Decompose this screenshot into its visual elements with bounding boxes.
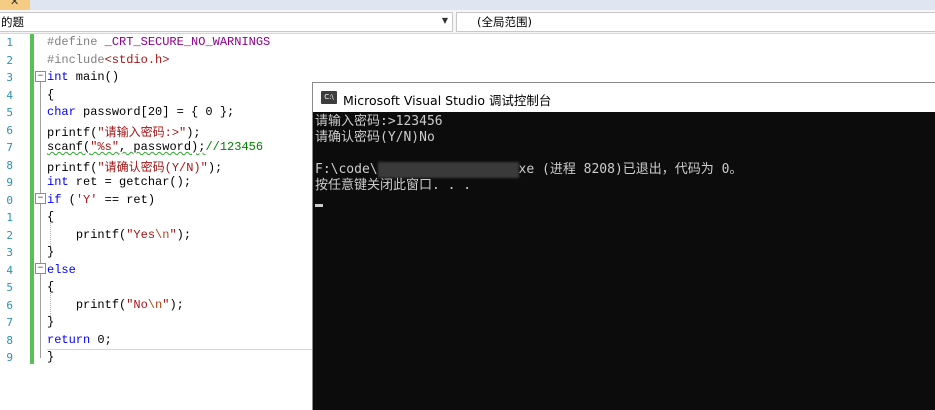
char-literal: 'Y' — [75, 192, 98, 207]
current-line-indicator — [47, 349, 313, 350]
console-line: 请确认密码(Y/N)No — [315, 130, 435, 145]
keyword: if — [47, 192, 62, 207]
code-text: printf( — [75, 297, 127, 312]
line-number: 2 — [6, 53, 13, 67]
project-scope-value: 的题 — [1, 15, 24, 29]
code-text: ( — [61, 192, 76, 207]
line-number: 3 — [6, 71, 13, 84]
keyword: char — [47, 105, 76, 119]
console-cursor — [315, 204, 323, 207]
comment: //123456 — [205, 140, 264, 154]
console-line: F:\code\XXXXXXXXXXXXXXXXXXxe (进程 8208)已退… — [315, 162, 742, 178]
console-exit-message: xe (进程 8208)已退出，代码为 0。 — [518, 162, 743, 177]
console-title-bar[interactable]: C:\ Microsoft Visual Studio 调试控制台 — [313, 83, 935, 112]
line-number: 4 — [6, 263, 13, 277]
line-number: 0 — [6, 193, 13, 207]
code-text: ret = getchar(); — [68, 175, 192, 189]
keyword: return — [47, 332, 91, 347]
code-text: ); — [186, 125, 201, 140]
keyword: int — [47, 70, 69, 84]
preprocessor-directive: #define — [47, 35, 98, 49]
escape-sequence: \n — [147, 297, 163, 312]
line-number: 1 — [6, 36, 13, 49]
string-literal: "No — [126, 297, 148, 312]
code-text: password[20] = { 0 }; — [75, 105, 235, 119]
line-number: 9 — [6, 351, 13, 364]
project-scope-dropdown[interactable]: 的题 ▼ — [0, 12, 453, 32]
code-text: scanf( — [47, 140, 91, 154]
code-text: 0; — [90, 332, 112, 347]
console-path-prefix: F:\code\ — [315, 162, 378, 177]
document-tab-strip: ✕ — [0, 0, 935, 10]
navigation-bar: 的题 ▼ (全局范围) — [0, 10, 935, 34]
chevron-down-icon[interactable]: ▼ — [442, 16, 448, 25]
include-file: <stdio.h> — [104, 52, 170, 67]
line-number: 6 — [6, 298, 13, 312]
string-literal: "%s" — [90, 140, 120, 154]
console-line: 请输入密码:>123456 — [315, 114, 443, 129]
line-number: 5 — [6, 281, 13, 294]
code-text: == ret) — [97, 192, 156, 207]
line-number: 1 — [6, 211, 13, 224]
line-number: 8 — [6, 158, 13, 172]
redacted-path: XXXXXXXXXXXXXXXXXX — [377, 162, 519, 178]
line-number: 6 — [6, 123, 13, 137]
line-number: 9 — [6, 176, 13, 189]
line-number: 5 — [6, 106, 13, 119]
line-number: 2 — [6, 228, 13, 242]
line-number: 8 — [6, 333, 13, 347]
code-text: printf( — [75, 227, 127, 242]
keyword: int — [47, 175, 69, 189]
console-title: Microsoft Visual Studio 调试控制台 — [343, 93, 552, 108]
string-literal: "请输入密码:>" — [97, 125, 187, 140]
preprocessor-directive: #include — [47, 52, 105, 67]
code-text: printf( — [47, 160, 98, 175]
string-literal: "请确认密码(Y/N)" — [97, 160, 208, 175]
code-text: } — [47, 245, 55, 259]
code-text: } — [47, 315, 55, 329]
line-number: 4 — [6, 88, 13, 102]
debug-console-window[interactable]: C:\ Microsoft Visual Studio 调试控制台 请输入密码:… — [312, 82, 935, 410]
string-literal: " — [169, 227, 177, 242]
line-number: 7 — [6, 316, 13, 329]
string-literal: "Yes — [126, 227, 156, 242]
console-line: 按任意键关闭此窗口. . . — [315, 178, 472, 193]
code-text: } — [47, 350, 55, 364]
console-output[interactable]: 请输入密码:>123456 请确认密码(Y/N)No F:\code\XXXXX… — [313, 112, 935, 410]
code-text: ); — [176, 227, 192, 242]
global-scope-value: (全局范围) — [477, 15, 532, 29]
code-line: 2 #include<stdio.h> — [0, 52, 935, 69]
escape-sequence: \n — [155, 227, 170, 242]
global-scope-dropdown[interactable]: (全局范围) — [456, 12, 935, 32]
console-app-icon: C:\ — [321, 91, 337, 104]
keyword: else — [47, 262, 76, 277]
code-text: { — [47, 210, 55, 224]
macro-name: _CRT_SECURE_NO_WARNINGS — [104, 35, 271, 49]
line-number: 3 — [6, 246, 13, 259]
code-text: main() — [68, 70, 120, 84]
close-tab-icon[interactable]: ✕ — [10, 0, 19, 8]
code-text: ); — [169, 297, 184, 312]
code-text: { — [47, 280, 55, 294]
code-line: 1 #define _CRT_SECURE_NO_WARNINGS — [0, 34, 935, 51]
code-text: { — [47, 87, 55, 102]
code-text: ); — [207, 160, 223, 175]
line-number: 7 — [6, 141, 13, 154]
code-text: printf( — [47, 125, 98, 140]
code-text: , password); — [119, 140, 206, 154]
